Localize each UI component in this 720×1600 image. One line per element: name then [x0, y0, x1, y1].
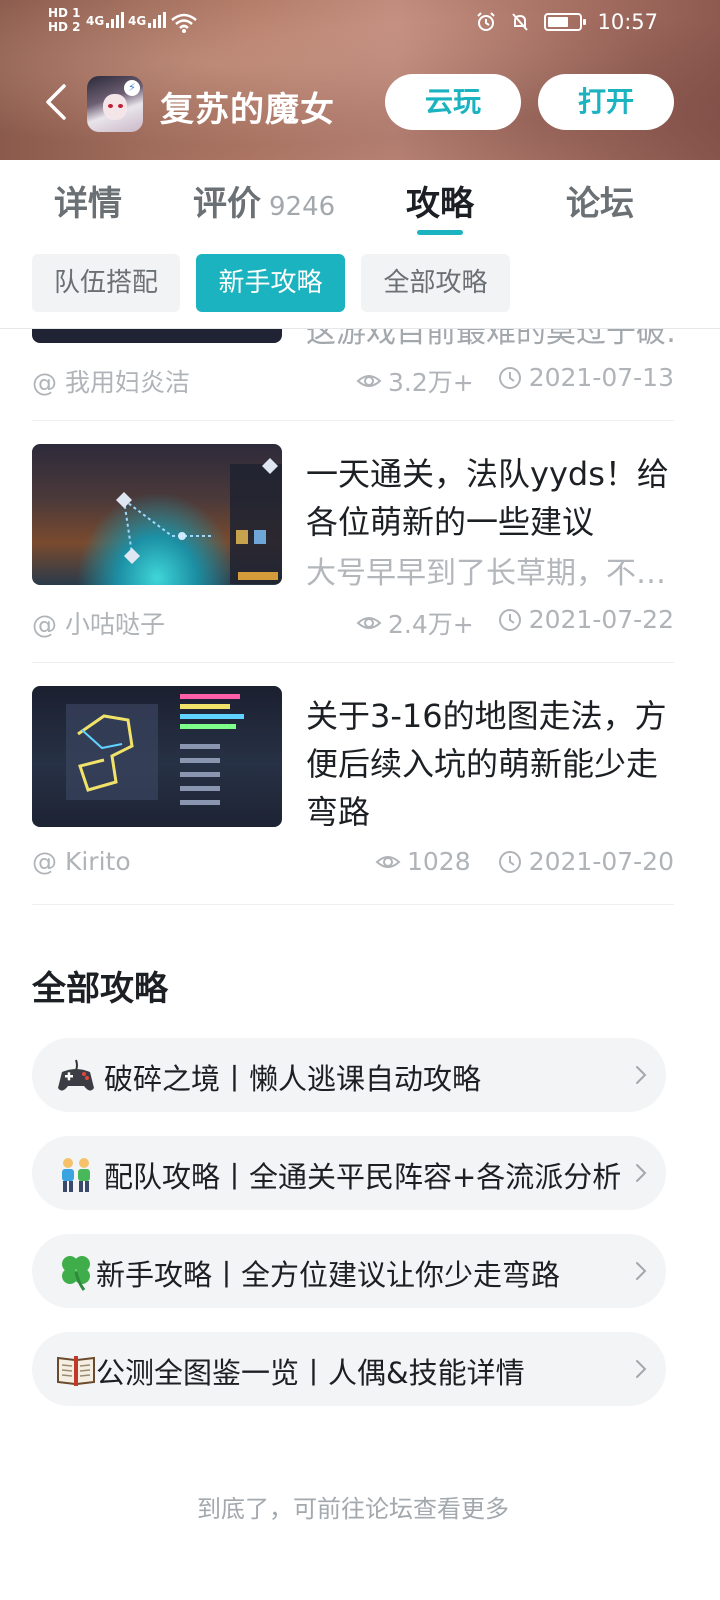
lightning-badge-icon: ⚡ [124, 80, 140, 96]
article-author[interactable]: @ 小咕哒子 [32, 605, 165, 641]
tab-forum[interactable]: 论坛 [566, 176, 634, 225]
article-thumbnail [32, 686, 282, 827]
cloud-play-button[interactable]: 云玩 [385, 74, 521, 130]
header: HD 1 HD 2 4G 4G 10:57 ⚡ 复苏的魔女 云玩 打开 [0, 0, 720, 160]
chip-beginner-guide[interactable]: 新手攻略 [196, 254, 345, 312]
hd-indicators: HD 1 HD 2 [48, 6, 81, 34]
status-bar: HD 1 HD 2 4G 4G 10:57 [0, 0, 720, 50]
date-text: 2021-07-20 [528, 847, 674, 876]
clock-icon [498, 366, 521, 389]
article-views: 2.4万+ [356, 605, 474, 641]
article-thumbnail[interactable] [32, 329, 282, 343]
eye-icon [356, 375, 382, 387]
guide-link-label: 配队攻略丨全通关平民阵容+各流派分析 [104, 1160, 620, 1194]
guide-list: 这游戏目前最难的莫过于破… @ 我用妇炎洁 3.2万+ 2021-07-13 一… [0, 329, 720, 1600]
signal-bars-icon [106, 12, 125, 28]
article-views: 3.2万+ [356, 363, 474, 399]
tab-reviews[interactable]: 评价 9246 [193, 176, 335, 225]
tab-details-label: 详情 [54, 184, 122, 224]
tab-guides-label: 攻略 [406, 184, 474, 224]
views-count: 1028 [407, 847, 471, 876]
tab-details[interactable]: 详情 [54, 176, 122, 225]
four-leaf-clover-icon [62, 1256, 90, 1291]
divider [32, 904, 674, 905]
tab-reviews-label: 评价 [193, 184, 261, 224]
guide-link-label: 破碎之境丨懒人逃课自动攻略 [104, 1062, 482, 1096]
signal2-label: 4G [128, 14, 147, 28]
article-date: 2021-07-22 [497, 605, 674, 634]
signal-2: 4G [128, 12, 167, 28]
two-people-icon [62, 1158, 90, 1192]
article-date: 2021-07-13 [497, 363, 674, 392]
hd2-label: HD 2 [48, 20, 81, 34]
wifi-icon [171, 13, 197, 33]
article-title: 关于3-16的地图走法，方便后续入坑的萌新能少走弯路 [306, 697, 667, 831]
article-meta: @ Kirito 1028 2021-07-20 [32, 847, 674, 883]
clock-time: 10:57 [597, 10, 658, 34]
active-tab-indicator [417, 230, 463, 235]
article-author[interactable]: @ Kirito [32, 847, 131, 876]
signal1-label: 4G [86, 14, 105, 28]
views-count: 2.4万+ [388, 610, 474, 639]
chevron-right-icon [636, 1164, 647, 1182]
article-title: 一天通关，法队yyds！给各位萌新的一些建议 [306, 455, 669, 541]
alarm-icon [477, 12, 495, 31]
open-book-icon [57, 1356, 95, 1386]
app-title: 复苏的魔女 [160, 90, 335, 130]
game-map-image [116, 458, 282, 584]
battery-icon [544, 13, 586, 31]
guide-link-label: 公测全图鉴一览丨人偶&技能详情 [96, 1356, 525, 1390]
app-nav-row: ⚡ 复苏的魔女 云玩 打开 [0, 74, 720, 134]
game-map-image [66, 694, 244, 805]
open-button[interactable]: 打开 [538, 74, 674, 130]
chevron-right-icon [636, 1262, 647, 1280]
article-title-partial[interactable]: 这游戏目前最难的莫过于破… [306, 329, 676, 351]
status-icons [476, 12, 586, 32]
signal-1: 4G [86, 12, 125, 28]
chip-team-setup[interactable]: 队伍搭配 [32, 254, 180, 312]
tab-guides[interactable]: 攻略 [406, 176, 474, 225]
views-count: 3.2万+ [388, 368, 474, 397]
app-icon: ⚡ [87, 76, 143, 132]
guide-link-label: 新手攻略丨全方位建议让你少走弯路 [96, 1258, 561, 1292]
date-text: 2021-07-13 [528, 363, 674, 392]
mute-bell-icon [512, 13, 528, 31]
date-text: 2021-07-22 [528, 605, 674, 634]
signal-bars-icon [148, 12, 167, 28]
clock-icon [498, 608, 521, 631]
divider [32, 420, 674, 421]
review-count: 9246 [269, 192, 336, 222]
article-thumbnail [32, 444, 282, 585]
article-meta: @ 小咕哒子 2.4万+ 2021-07-22 [32, 605, 674, 641]
guide-link-item[interactable]: 公测全图鉴一览丨人偶&技能详情 [32, 1332, 666, 1406]
chevron-right-icon [636, 1360, 647, 1378]
guide-category-chips: 队伍搭配 新手攻略 全部攻略 [0, 254, 720, 314]
guide-link-item[interactable]: 新手攻略丨全方位建议让你少走弯路 [32, 1234, 666, 1308]
eye-icon [356, 617, 382, 629]
gamepad-icon [58, 1059, 94, 1091]
chip-all-guides[interactable]: 全部攻略 [361, 254, 510, 312]
guide-link-item[interactable]: 配队攻略丨全通关平民阵容+各流派分析 [32, 1136, 666, 1210]
article-author[interactable]: @ 我用妇炎洁 [32, 363, 190, 399]
back-arrow-icon[interactable] [40, 80, 76, 124]
main-tabs: 详情 评价 9246 攻略 论坛 [0, 160, 720, 240]
article-excerpt: 大号早早到了长草期，不… [306, 556, 666, 591]
article-meta: @ 我用妇炎洁 3.2万+ 2021-07-13 [32, 363, 674, 399]
all-guides-heading: 全部攻略 [32, 969, 168, 1009]
end-of-list-text: 到底了，可前往论坛查看更多 [197, 1495, 509, 1523]
tab-forum-label: 论坛 [566, 184, 634, 224]
divider [32, 662, 674, 663]
article-date: 2021-07-20 [497, 847, 674, 876]
eye-icon [375, 855, 401, 868]
guide-link-item[interactable]: 破碎之境丨懒人逃课自动攻略 [32, 1038, 666, 1112]
article-views: 1028 [375, 847, 471, 876]
chevron-right-icon [636, 1066, 647, 1084]
clock-icon [498, 850, 521, 873]
hd1-label: HD 1 [48, 6, 81, 20]
